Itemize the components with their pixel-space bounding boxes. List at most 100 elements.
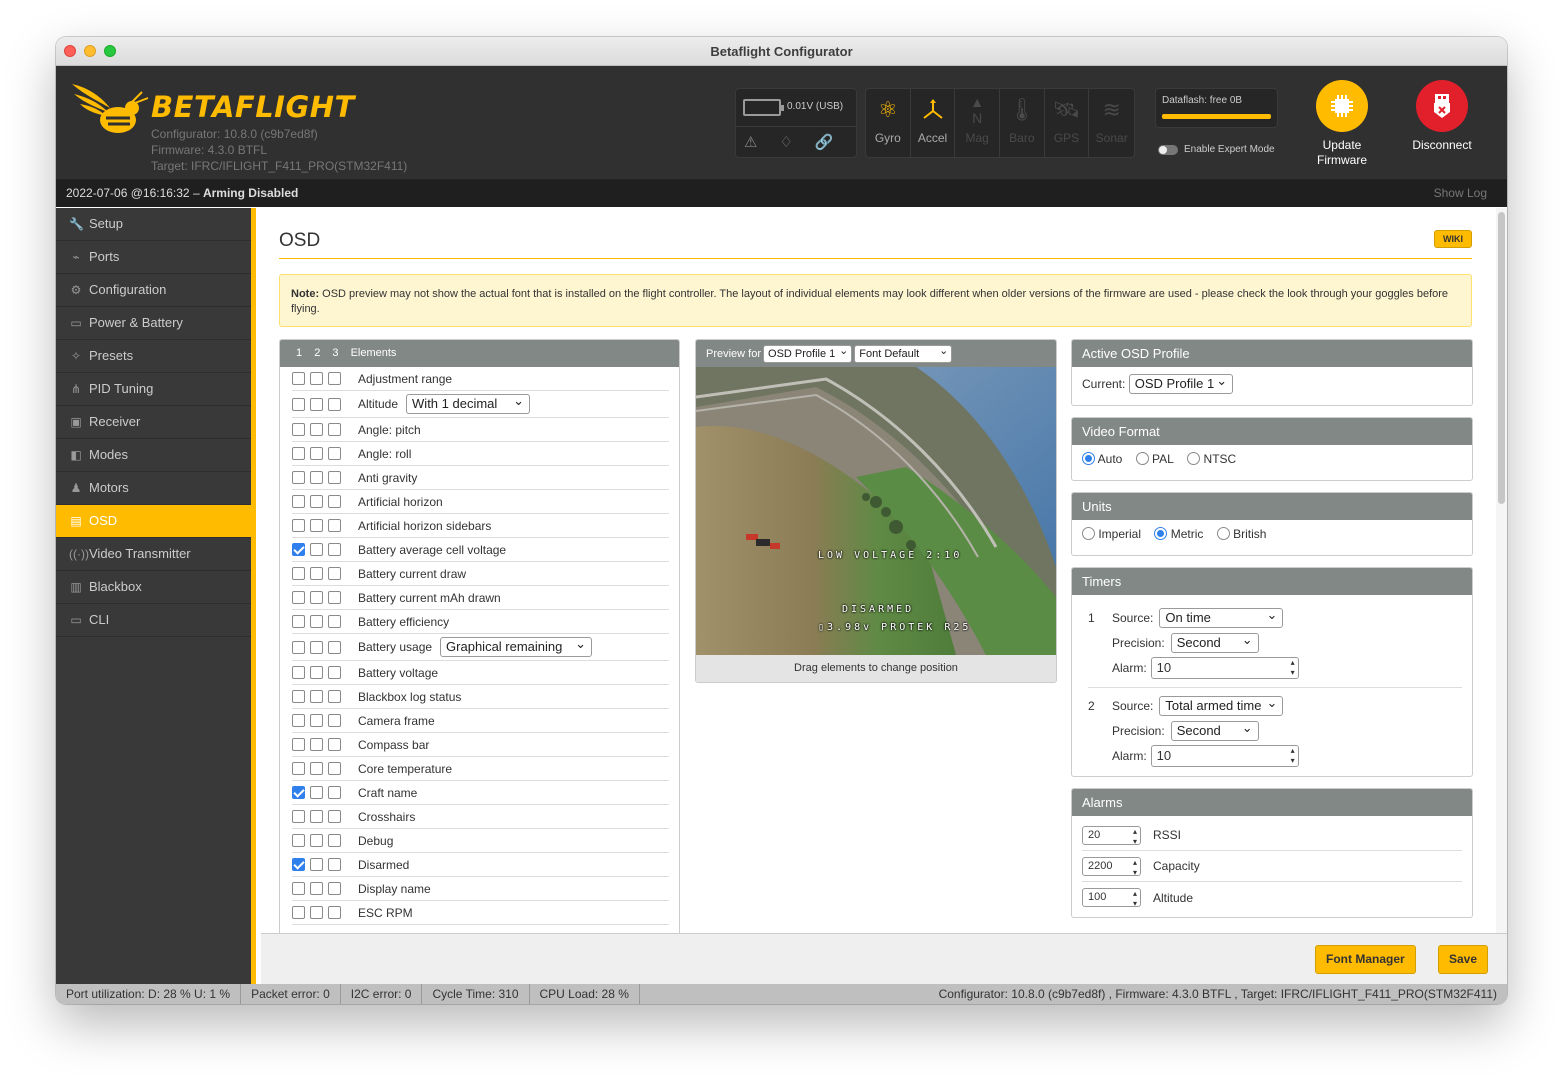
- element-profile-3-checkbox[interactable]: [328, 810, 341, 823]
- element-profile-3-checkbox[interactable]: [328, 858, 341, 871]
- element-profile-1-checkbox[interactable]: [292, 615, 305, 628]
- element-profile-3-checkbox[interactable]: [328, 762, 341, 775]
- sidebar-item-video-transmitter[interactable]: ((·)) Video Transmitter: [56, 538, 251, 571]
- expert-mode-switch[interactable]: [1158, 144, 1178, 155]
- element-profile-2-checkbox[interactable]: [310, 471, 323, 484]
- element-profile-2-checkbox[interactable]: [310, 882, 323, 895]
- element-profile-1-checkbox[interactable]: [292, 397, 305, 411]
- element-profile-1-checkbox[interactable]: [292, 567, 305, 580]
- element-profile-2-checkbox[interactable]: [310, 690, 323, 703]
- element-profile-2-checkbox[interactable]: [310, 543, 323, 556]
- element-profile-2-checkbox[interactable]: [310, 615, 323, 628]
- element-profile-1-checkbox[interactable]: [292, 834, 305, 847]
- element-profile-2-checkbox[interactable]: [310, 397, 323, 411]
- element-profile-3-checkbox[interactable]: [328, 640, 341, 654]
- element-profile-1-checkbox[interactable]: [292, 882, 305, 895]
- alarm-rssi-input[interactable]: 20: [1082, 825, 1141, 847]
- element-profile-3-checkbox[interactable]: [328, 591, 341, 604]
- element-profile-2-checkbox[interactable]: [310, 738, 323, 751]
- element-profile-3-checkbox[interactable]: [328, 786, 341, 799]
- preview-profile-select[interactable]: OSD Profile 1: [763, 343, 853, 363]
- sidebar-item-osd[interactable]: ▤ OSD: [56, 505, 251, 538]
- timer-2-source-select[interactable]: Total armed time: [1159, 694, 1284, 716]
- element-profile-3-checkbox[interactable]: [328, 567, 341, 580]
- expert-mode-toggle[interactable]: Enable Expert Mode: [1158, 144, 1275, 155]
- element-profile-1-checkbox[interactable]: [292, 738, 305, 751]
- element-profile-1-checkbox[interactable]: [292, 471, 305, 484]
- element-profile-3-checkbox[interactable]: [328, 690, 341, 703]
- element-profile-2-checkbox[interactable]: [310, 640, 323, 654]
- element-profile-3-checkbox[interactable]: [328, 882, 341, 895]
- element-profile-1-checkbox[interactable]: [292, 858, 305, 871]
- units-metric-radio[interactable]: [1154, 527, 1168, 540]
- element-profile-1-checkbox[interactable]: [292, 714, 305, 727]
- element-profile-3-checkbox[interactable]: [328, 423, 341, 436]
- content-scrollbar[interactable]: [1496, 208, 1507, 933]
- preview-font-select[interactable]: Font Default: [854, 343, 953, 363]
- units-imperial-radio[interactable]: [1082, 527, 1095, 540]
- sidebar-item-presets[interactable]: ✧ Presets: [56, 340, 251, 373]
- element-profile-1-checkbox[interactable]: [292, 786, 305, 799]
- sidebar-item-cli[interactable]: ▭ CLI: [56, 604, 251, 637]
- element-profile-1-checkbox[interactable]: [292, 762, 305, 775]
- element-profile-2-checkbox[interactable]: [310, 714, 323, 727]
- sidebar-item-motors[interactable]: ♟ Motors: [56, 472, 251, 505]
- element-profile-2-checkbox[interactable]: [310, 495, 323, 508]
- element-profile-2-checkbox[interactable]: [310, 423, 323, 436]
- save-button[interactable]: Save: [1438, 945, 1489, 974]
- element-profile-2-checkbox[interactable]: [310, 858, 323, 871]
- timer-1-precision-select[interactable]: Second: [1170, 631, 1259, 653]
- disconnect-button[interactable]: Disconnect: [1400, 80, 1484, 153]
- element-profile-1-checkbox[interactable]: [292, 372, 305, 385]
- element-profile-2-checkbox[interactable]: [310, 591, 323, 604]
- close-window-button[interactable]: [64, 45, 76, 57]
- sidebar-item-configuration[interactable]: ⚙ Configuration: [56, 274, 251, 307]
- element-profile-3-checkbox[interactable]: [328, 666, 341, 679]
- element-profile-1-checkbox[interactable]: [292, 519, 305, 532]
- timer-2-precision-select[interactable]: Second: [1170, 719, 1259, 741]
- zoom-window-button[interactable]: [104, 45, 116, 57]
- minimize-window-button[interactable]: [84, 45, 96, 57]
- sidebar-item-setup[interactable]: 🔧 Setup: [56, 208, 251, 241]
- video-format-ntsc-radio[interactable]: [1187, 452, 1201, 465]
- element-profile-3-checkbox[interactable]: [328, 834, 341, 847]
- element-profile-2-checkbox[interactable]: [310, 834, 323, 847]
- element-profile-2-checkbox[interactable]: [310, 906, 323, 919]
- sidebar-item-blackbox[interactable]: ▥ Blackbox: [56, 571, 251, 604]
- element-profile-2-checkbox[interactable]: [310, 519, 323, 532]
- timer-1-alarm-input[interactable]: 10: [1150, 656, 1299, 679]
- sidebar-item-pid-tuning[interactable]: ⋔ PID Tuning: [56, 373, 251, 406]
- sidebar-item-receiver[interactable]: ▣ Receiver: [56, 406, 251, 439]
- font-manager-button[interactable]: Font Manager: [1315, 945, 1416, 974]
- alarm-capacity-input[interactable]: 2200: [1082, 856, 1141, 878]
- element-profile-3-checkbox[interactable]: [328, 495, 341, 508]
- timer-1-source-select[interactable]: On time: [1159, 606, 1284, 628]
- element-profile-1-checkbox[interactable]: [292, 640, 305, 654]
- show-log-link[interactable]: Show Log: [1434, 180, 1487, 207]
- element-profile-1-checkbox[interactable]: [292, 666, 305, 679]
- element-profile-2-checkbox[interactable]: [310, 810, 323, 823]
- element-profile-1-checkbox[interactable]: [292, 423, 305, 436]
- element-profile-3-checkbox[interactable]: [328, 519, 341, 532]
- current-profile-select[interactable]: OSD Profile 1: [1128, 372, 1234, 394]
- element-profile-2-checkbox[interactable]: [310, 666, 323, 679]
- element-profile-2-checkbox[interactable]: [310, 447, 323, 460]
- update-firmware-button[interactable]: Update Firmware: [1304, 80, 1380, 168]
- element-profile-1-checkbox[interactable]: [292, 543, 305, 556]
- element-profile-1-checkbox[interactable]: [292, 906, 305, 919]
- element-profile-3-checkbox[interactable]: [328, 372, 341, 385]
- sidebar-item-ports[interactable]: ⌁ Ports: [56, 241, 251, 274]
- element-profile-1-checkbox[interactable]: [292, 690, 305, 703]
- element-profile-3-checkbox[interactable]: [328, 447, 341, 460]
- osd-preview-image[interactable]: LOW VOLTAGE 2:10 DISARMED ▯3.98v PROTEK …: [696, 367, 1056, 655]
- element-profile-3-checkbox[interactable]: [328, 714, 341, 727]
- element-profile-3-checkbox[interactable]: [328, 397, 341, 411]
- element-profile-3-checkbox[interactable]: [328, 615, 341, 628]
- element-profile-3-checkbox[interactable]: [328, 471, 341, 484]
- element-profile-2-checkbox[interactable]: [310, 786, 323, 799]
- video-format-auto-radio[interactable]: [1082, 452, 1095, 465]
- wiki-button[interactable]: WIKI: [1434, 230, 1472, 248]
- element-variant-select[interactable]: Graphical remaining: [440, 635, 593, 657]
- element-profile-3-checkbox[interactable]: [328, 738, 341, 751]
- content-scroll-thumb[interactable]: [1498, 212, 1505, 504]
